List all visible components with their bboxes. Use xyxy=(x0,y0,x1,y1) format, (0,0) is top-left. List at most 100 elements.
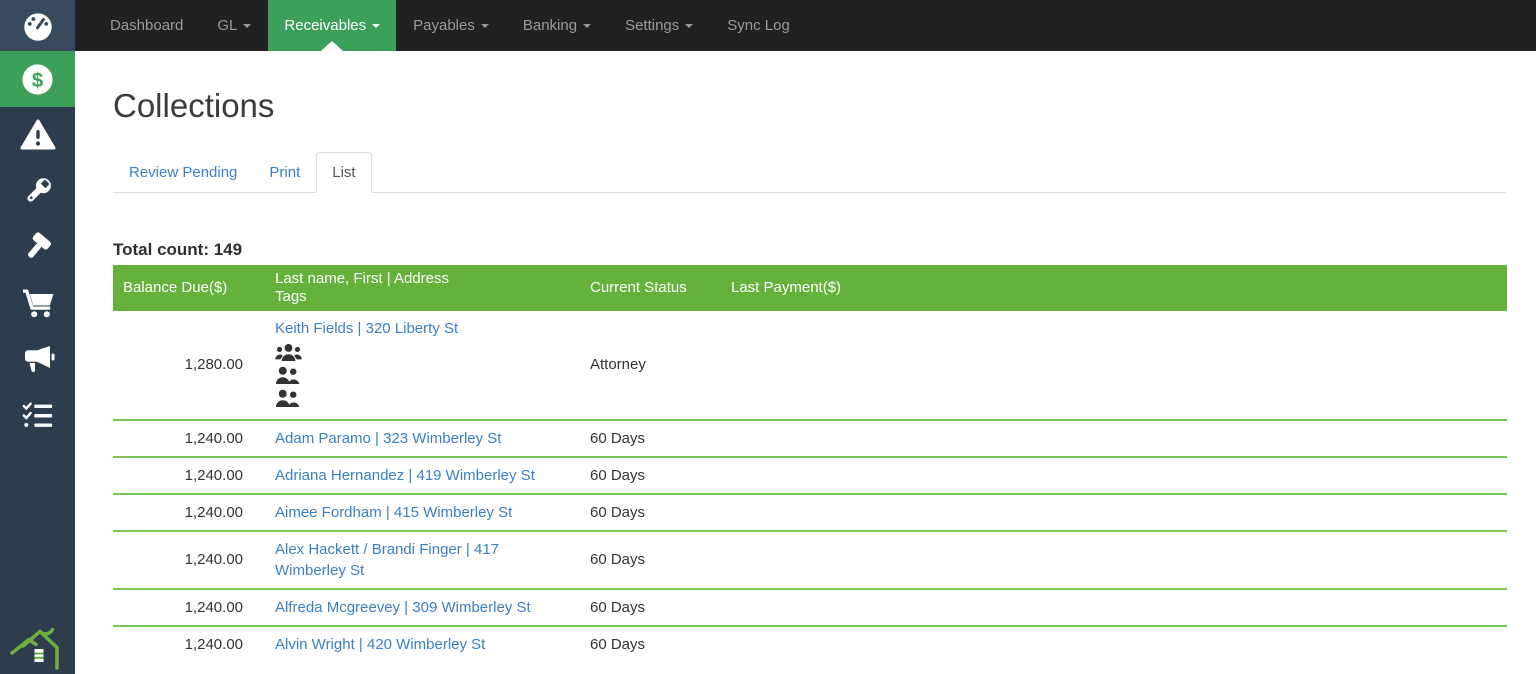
tab-list[interactable]: List xyxy=(316,151,372,193)
name-cell: Aimee Fordham | 415 Wimberley St xyxy=(255,494,570,531)
nav-item-dashboard[interactable]: Dashboard xyxy=(93,0,200,51)
nav-item-label: Sync Log xyxy=(727,17,790,34)
nav-item-label: Payables xyxy=(413,17,475,34)
sidebar-item-communications[interactable] xyxy=(0,331,75,387)
users-icon[interactable] xyxy=(275,389,300,408)
tab-print[interactable]: Print xyxy=(253,152,316,193)
column-header-last-payment: Last Payment($) xyxy=(731,278,842,296)
nav-item-label: Banking xyxy=(522,17,578,34)
status-cell: 60 Days xyxy=(590,466,646,484)
status-cell: Attorney xyxy=(590,356,646,374)
balance-cell: 1,240.00 xyxy=(184,466,243,484)
column-header-name-address-tags: Last name, First | Address Tags xyxy=(255,265,570,311)
home-logo-icon[interactable] xyxy=(0,622,75,670)
sidebar-item-projects[interactable] xyxy=(0,219,75,275)
last-payment-cell xyxy=(711,311,1507,420)
status-cell: 60 Days xyxy=(590,635,646,653)
nav-item-label: GL xyxy=(217,17,238,34)
sidebar-item-todos[interactable] xyxy=(0,387,75,443)
wrench-icon xyxy=(26,178,51,202)
last-payment-cell xyxy=(711,531,1507,589)
table-row: 1,240.00 Alfreda Mcgreevey | 309 Wimberl… xyxy=(113,588,1507,626)
collections-table: Balance Due($) Last name, First | Addres… xyxy=(113,264,1507,662)
svg-text:$: $ xyxy=(32,69,44,91)
sidebar: $ xyxy=(0,0,75,674)
sidebar-item-maintenance[interactable] xyxy=(0,163,75,219)
sidebar-item-alerts[interactable] xyxy=(0,107,75,163)
customer-link[interactable]: Keith Fields | 320 Liberty St xyxy=(275,320,458,337)
last-payment-cell xyxy=(711,494,1507,531)
shopping-cart-icon xyxy=(22,289,53,318)
sidebar-item-money[interactable]: $ xyxy=(0,51,75,107)
status-cell: 60 Days xyxy=(590,503,646,521)
dollar-circle-icon: $ xyxy=(22,63,53,95)
name-cell: Alfreda Mcgreevey | 309 Wimberley St xyxy=(255,589,570,626)
customer-link[interactable]: Adriana Hernandez | 419 Wimberley St xyxy=(275,467,535,484)
table-row: 1,240.00 Aimee Fordham | 415 Wimberley S… xyxy=(113,493,1507,531)
gauge-icon xyxy=(23,12,52,41)
table-row: 1,240.00 Alex Hackett / Brandi Finger | … xyxy=(113,530,1507,589)
customer-link[interactable]: Alvin Wright | 420 Wimberley St xyxy=(275,636,485,653)
tab-review-pending[interactable]: Review Pending xyxy=(113,152,253,193)
column-header-current-status: Current Status xyxy=(590,278,687,296)
column-header-line2: Tags xyxy=(275,287,307,305)
column-header-line1: Last name, First | Address xyxy=(275,269,449,287)
chevron-down-icon xyxy=(243,23,252,28)
nav-item-gl[interactable]: GL xyxy=(200,0,268,51)
nav-item-settings[interactable]: Settings xyxy=(608,0,710,51)
hammer-icon xyxy=(27,232,51,258)
customer-link[interactable]: Aimee Fordham | 415 Wimberley St xyxy=(275,504,512,521)
nav-item-receivables[interactable]: Receivables xyxy=(268,0,397,51)
customer-link[interactable]: Alex Hackett / Brandi Finger | 417 Wimbe… xyxy=(275,541,499,579)
column-header-balance-due: Balance Due($) xyxy=(123,278,228,296)
status-cell: 60 Days xyxy=(590,429,646,447)
last-payment-cell xyxy=(711,626,1507,662)
table-row: 1,240.00 Adriana Hernandez | 419 Wimberl… xyxy=(113,456,1507,494)
nav-item-payables[interactable]: Payables xyxy=(396,0,506,51)
name-cell: Keith Fields | 320 Liberty St xyxy=(255,311,570,420)
tasks-checklist-icon xyxy=(22,402,52,427)
name-cell: Alvin Wright | 420 Wimberley St xyxy=(255,626,570,662)
sidebar-item-purchasing[interactable] xyxy=(0,275,75,331)
balance-cell: 1,280.00 xyxy=(184,356,243,374)
table-row: 1,280.00 Keith Fields | 320 Liberty St A… xyxy=(113,311,1507,420)
last-payment-cell xyxy=(711,420,1507,457)
table-row: 1,240.00 Alvin Wright | 420 Wimberley St… xyxy=(113,625,1507,662)
megaphone-icon xyxy=(24,346,54,372)
name-cell: Adriana Hernandez | 419 Wimberley St xyxy=(255,457,570,494)
name-cell: Adam Paramo | 323 Wimberley St xyxy=(255,420,570,457)
name-cell: Alex Hackett / Brandi Finger | 417 Wimbe… xyxy=(255,531,570,589)
nav-item-label: Dashboard xyxy=(110,17,184,34)
users-icon[interactable] xyxy=(275,343,302,362)
last-payment-cell xyxy=(711,457,1507,494)
balance-cell: 1,240.00 xyxy=(184,503,243,521)
balance-cell: 1,240.00 xyxy=(184,551,243,569)
users-icon[interactable] xyxy=(275,366,300,385)
table-row: 1,240.00 Adam Paramo | 323 Wimberley St … xyxy=(113,419,1507,457)
balance-cell: 1,240.00 xyxy=(184,429,243,447)
customer-link[interactable]: Alfreda Mcgreevey | 309 Wimberley St xyxy=(275,599,531,616)
warning-triangle-icon xyxy=(20,119,55,150)
status-cell: 60 Days xyxy=(590,551,646,569)
top-navbar: Dashboard GL Receivables Payables Bankin… xyxy=(75,0,1536,51)
tab-bar: Review Pending Print List xyxy=(113,151,1506,193)
chevron-down-icon xyxy=(480,23,489,28)
chevron-down-icon xyxy=(372,23,381,28)
balance-cell: 1,240.00 xyxy=(184,635,243,653)
page-title: Collections xyxy=(113,87,275,124)
nav-item-banking[interactable]: Banking xyxy=(506,0,608,51)
table-header-row: Balance Due($) Last name, First | Addres… xyxy=(113,264,1507,311)
chevron-down-icon xyxy=(685,23,694,28)
nav-item-label: Receivables xyxy=(284,17,367,34)
balance-cell: 1,240.00 xyxy=(184,598,243,616)
chevron-down-icon xyxy=(583,23,592,28)
nav-item-sync-log[interactable]: Sync Log xyxy=(710,0,807,51)
nav-item-label: Settings xyxy=(625,17,680,34)
last-payment-cell xyxy=(711,589,1507,626)
status-cell: 60 Days xyxy=(590,598,646,616)
sidebar-item-dashboard[interactable] xyxy=(0,0,75,51)
customer-link[interactable]: Adam Paramo | 323 Wimberley St xyxy=(275,430,501,447)
total-count: Total count: 149 xyxy=(113,239,243,259)
main-content: Collections Review Pending Print List To… xyxy=(75,0,1536,662)
tag-stack xyxy=(275,343,562,408)
